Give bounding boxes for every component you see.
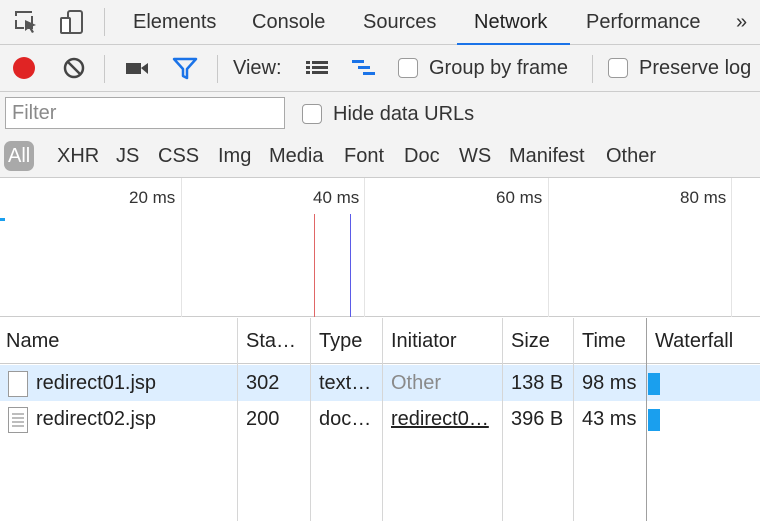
tab-network[interactable]: Network [457, 0, 570, 45]
waterfall-divider[interactable] [646, 318, 647, 521]
request-initiator-link[interactable]: redirect0… [385, 401, 502, 437]
request-size: 396 B [511, 408, 564, 430]
request-initiator: Other [391, 372, 442, 394]
overview-gridline [364, 178, 365, 317]
hide-data-urls-label[interactable]: Hide data URLs [333, 92, 474, 136]
resource-type-filter: All XHR JS CSS Img Media Font Doc WS Man… [0, 137, 760, 178]
column-header-time[interactable]: Time [576, 318, 646, 364]
request-time: 43 ms [582, 408, 637, 430]
overview-gridline [548, 178, 549, 317]
request-name[interactable]: redirect02.jsp [30, 401, 237, 437]
network-toolbar: View: Group by frame Preserve log [0, 45, 760, 92]
tab-performance[interactable]: Performance [586, 0, 701, 45]
column-header-waterfall[interactable]: Waterfall [649, 318, 760, 364]
waterfall-bar [648, 373, 660, 395]
request-name[interactable]: redirect01.jsp [30, 365, 237, 401]
type-filter-other[interactable]: Other [606, 141, 656, 171]
type-filter-all[interactable]: All [4, 141, 35, 171]
type-filter-manifest[interactable]: Manifest [509, 141, 585, 171]
hide-data-urls-checkbox[interactable] [302, 104, 322, 124]
toolbar-divider [592, 55, 593, 83]
inspect-element-icon[interactable] [12, 8, 40, 36]
request-type: text… [319, 372, 372, 394]
devtools-tab-bar: Elements Console Sources Network Perform… [0, 0, 760, 45]
column-header-status[interactable]: Sta… [240, 318, 310, 364]
more-tabs-chevron-icon[interactable]: » [736, 0, 747, 45]
request-type: doc… [319, 408, 372, 430]
type-filter-xhr[interactable]: XHR [57, 141, 99, 171]
type-filter-css[interactable]: CSS [158, 141, 199, 171]
type-filter-img[interactable]: Img [218, 141, 251, 171]
request-time: 98 ms [582, 372, 637, 394]
column-header-size[interactable]: Size [505, 318, 573, 364]
tab-sources[interactable]: Sources [363, 0, 436, 45]
file-icon [8, 371, 28, 397]
toolbar-divider [104, 8, 105, 36]
overview-tick-label: 20 ms [129, 188, 176, 207]
filter-input[interactable] [5, 97, 285, 129]
overview-gridline [181, 178, 182, 317]
column-divider[interactable] [310, 318, 311, 521]
document-icon [8, 407, 28, 433]
group-by-frame-checkbox[interactable] [398, 58, 418, 78]
type-filter-media[interactable]: Media [269, 141, 323, 171]
type-filter-ws[interactable]: WS [459, 141, 491, 171]
tab-elements[interactable]: Elements [133, 0, 216, 45]
view-label: View: [233, 57, 282, 79]
load-event-line [314, 214, 315, 317]
overview-waterfall-icon[interactable] [351, 55, 377, 81]
group-by-frame-label[interactable]: Group by frame [429, 45, 568, 92]
preserve-log-label[interactable]: Preserve log [639, 45, 751, 92]
filter-bar: Hide data URLs [0, 92, 760, 137]
overview-tick-label: 80 ms [680, 188, 727, 207]
column-header-name[interactable]: Name [0, 318, 237, 364]
request-status: 302 [246, 372, 280, 394]
column-divider[interactable] [237, 318, 238, 521]
overview-tick-label: 40 ms [313, 188, 360, 207]
request-size: 138 B [511, 372, 564, 394]
type-filter-js[interactable]: JS [116, 141, 139, 171]
toolbar-divider [104, 55, 105, 83]
column-divider[interactable] [573, 318, 574, 521]
column-header-initiator[interactable]: Initiator [385, 318, 502, 364]
device-toolbar-icon[interactable] [58, 8, 86, 36]
column-divider[interactable] [382, 318, 383, 521]
type-filter-doc[interactable]: Doc [404, 141, 440, 171]
preserve-log-checkbox[interactable] [608, 58, 628, 78]
network-overview[interactable]: 20 ms 40 ms 60 ms 80 ms [0, 178, 760, 317]
column-header-type[interactable]: Type [313, 318, 383, 364]
column-divider[interactable] [502, 318, 503, 521]
capture-screenshots-icon[interactable] [124, 55, 150, 81]
request-status: 200 [246, 408, 280, 430]
record-icon[interactable] [11, 55, 37, 81]
waterfall-bar [648, 409, 660, 431]
type-filter-font[interactable]: Font [344, 141, 384, 171]
toolbar-divider [217, 55, 218, 83]
dom-content-loaded-line [350, 214, 351, 317]
large-rows-icon[interactable] [304, 55, 330, 81]
filter-icon[interactable] [172, 55, 198, 81]
overview-gridline [731, 178, 732, 317]
clear-icon[interactable] [61, 55, 87, 81]
overview-tick-label: 60 ms [496, 188, 543, 207]
overview-request-bar [0, 218, 5, 221]
requests-table: Name Sta… Type Initiator Size Time Water… [0, 318, 760, 521]
tab-console[interactable]: Console [252, 0, 325, 45]
